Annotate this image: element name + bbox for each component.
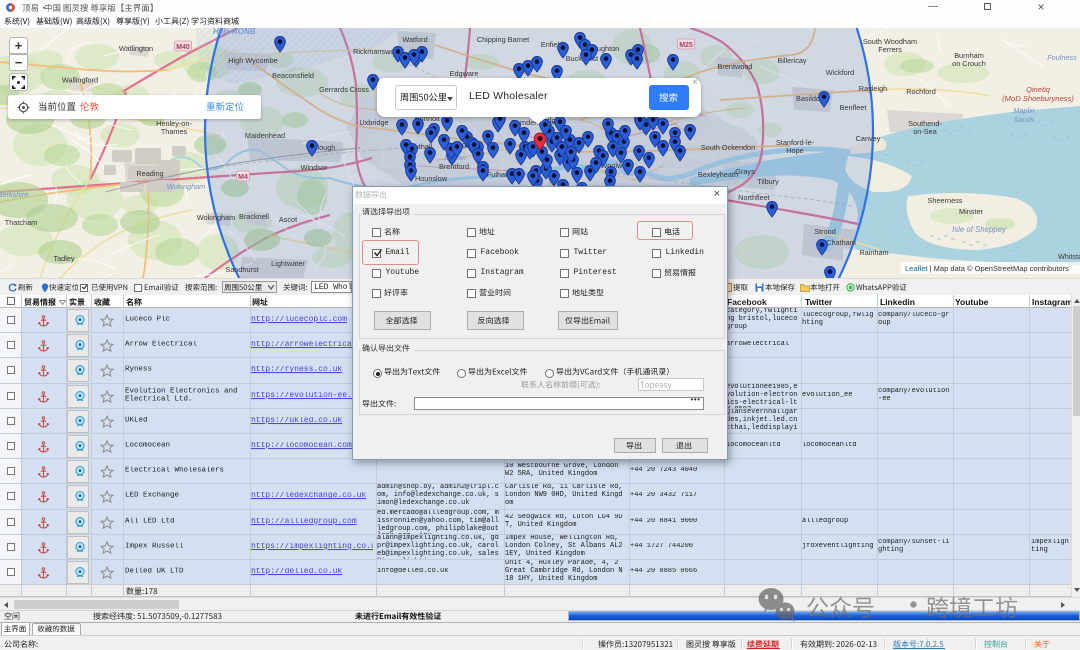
svg-text:Wickford: Wickford <box>826 68 854 77</box>
svg-text:Edgware: Edgware <box>450 69 479 78</box>
svg-text:on Crouch: on Crouch <box>952 59 986 68</box>
svg-text:Rainham: Rainham <box>859 248 888 257</box>
svg-text:Tadley: Tadley <box>53 254 74 263</box>
svg-text:Bracknell: Bracknell <box>239 212 269 221</box>
svg-text:Reading: Reading <box>136 169 163 178</box>
svg-text:Windsor: Windsor <box>301 163 328 172</box>
svg-text:Billericay: Billericay <box>777 56 807 65</box>
svg-text:Rayleigh: Rayleigh <box>859 84 887 93</box>
svg-text:M4: M4 <box>238 174 248 181</box>
svg-text:M40: M40 <box>176 44 190 51</box>
svg-text:Tilbury: Tilbury <box>757 177 779 186</box>
svg-text:Canvey: Canvey <box>856 134 881 143</box>
svg-text:(MoD Shoeburyness): (MoD Shoeburyness) <box>1002 94 1074 103</box>
svg-text:Berkshire: Berkshire <box>0 190 28 199</box>
svg-text:Chipping Barnet: Chipping Barnet <box>477 35 529 44</box>
svg-text:Sandhurst: Sandhurst <box>225 265 258 274</box>
svg-text:Rochford: Rochford <box>906 87 936 96</box>
svg-text:Whitsta: Whitsta <box>1058 252 1080 261</box>
svg-text:Thatcham: Thatcham <box>5 218 37 227</box>
svg-text:Chatham: Chatham <box>826 238 856 247</box>
svg-text:HIlls AONB: HIlls AONB <box>213 28 256 36</box>
svg-text:Sheerness: Sheerness <box>928 196 963 205</box>
svg-text:Benfleet: Benfleet <box>840 103 867 112</box>
svg-text:Ascot: Ascot <box>279 215 297 224</box>
svg-text:Maplin: Maplin <box>1013 106 1035 115</box>
svg-text:Brentwood: Brentwood <box>718 62 753 71</box>
svg-text:Thames: Thames <box>161 127 188 136</box>
svg-text:Wokingham: Wokingham <box>167 182 206 191</box>
svg-text:Northfleet: Northfleet <box>738 193 770 202</box>
svg-text:South Ockendon: South Ockendon <box>701 143 755 152</box>
svg-text:Leaflet | Map data © OpenStree: Leaflet | Map data © OpenStreetMap contr… <box>905 264 1069 273</box>
svg-text:Ferrers: Ferrers <box>878 45 902 54</box>
svg-text:Sands: Sands <box>1014 115 1035 124</box>
svg-text:Wallingford: Wallingford <box>62 76 98 85</box>
svg-text:Qinetiq: Qinetiq <box>1026 85 1051 94</box>
svg-text:Brentford: Brentford <box>439 162 469 171</box>
svg-text:Minster: Minster <box>959 207 983 216</box>
svg-text:Lightwater: Lightwater <box>271 259 305 268</box>
svg-text:Maidenhead: Maidenhead <box>245 131 285 140</box>
svg-text:Watford: Watford <box>402 35 427 44</box>
svg-text:Wokingham: Wokingham <box>197 213 235 222</box>
svg-text:Beaconsfield: Beaconsfield <box>272 71 314 80</box>
svg-text:Isle of Sheppey: Isle of Sheppey <box>952 225 1007 234</box>
svg-text:High Wycombe: High Wycombe <box>228 56 277 65</box>
svg-text:on-Sea: on-Sea <box>913 127 937 136</box>
svg-text:M25: M25 <box>679 42 693 49</box>
svg-text:Uxbridge: Uxbridge <box>359 118 388 127</box>
svg-text:Gerrards Cross: Gerrards Cross <box>319 85 369 94</box>
svg-text:Foulness: Foulness <box>1047 53 1077 62</box>
svg-text:Hounslow: Hounslow <box>415 174 448 183</box>
svg-text:Strood: Strood <box>814 227 836 236</box>
svg-text:Watlington: Watlington <box>119 44 153 53</box>
svg-text:Bexleyheath: Bexleyheath <box>698 170 738 179</box>
svg-text:Hope: Hope <box>786 146 803 155</box>
svg-text:Grays: Grays <box>735 167 755 176</box>
